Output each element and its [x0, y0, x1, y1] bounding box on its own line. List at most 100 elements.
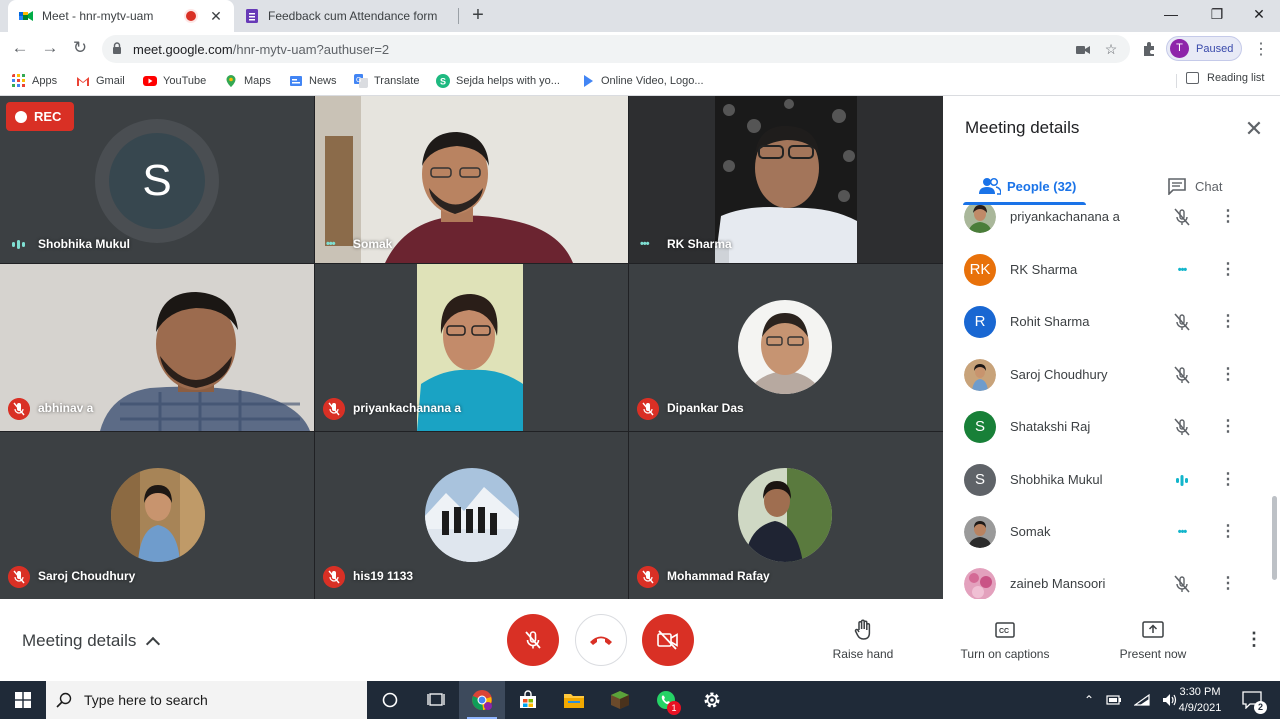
list-item[interactable]: zaineb Mansoori ⋮ — [943, 559, 1273, 599]
system-clock[interactable]: 3:30 PM 4/9/2021 — [1170, 684, 1230, 716]
folder-icon — [564, 694, 584, 708]
bookmark-sejda[interactable]: S Sejda helps with yo... — [436, 72, 560, 89]
list-item[interactable]: S Shatakshi Raj ⋮ — [943, 402, 1273, 454]
participant-tile[interactable]: Dipankar Das — [629, 264, 943, 431]
close-panel-icon[interactable]: ✕ — [1243, 116, 1265, 142]
list-item[interactable]: priyankachanana a ⋮ — [943, 205, 1273, 244]
address-bar[interactable]: meet.google.com/hnr-mytv-uam?authuser=2 … — [102, 35, 1130, 63]
bookmark-star-icon[interactable]: ☆ — [1102, 41, 1120, 59]
taskbar-file-explorer[interactable] — [551, 681, 597, 719]
record-icon — [15, 110, 27, 123]
new-tab-button[interactable]: + — [466, 4, 490, 28]
extensions-icon[interactable] — [1140, 40, 1158, 58]
list-item[interactable]: R Rohit Sharma ⋮ — [943, 297, 1273, 349]
browser-menu-icon[interactable]: ⋮ — [1253, 39, 1269, 59]
participant-name: Shobhika Mukul — [38, 237, 131, 251]
browser-toolbar: ← → ↻ meet.google.com/hnr-mytv-uam?authu… — [0, 32, 1280, 65]
participant-name: RK Sharma — [1010, 262, 1078, 277]
participant-name: Saroj Choudhury — [1010, 367, 1108, 382]
participant-tile[interactable]: his19 1133 — [315, 432, 628, 599]
bookmark-apps[interactable]: Apps — [12, 72, 57, 89]
notifications-button[interactable]: 2 — [1232, 681, 1272, 719]
mic-toggle-button[interactable] — [507, 614, 559, 666]
mic-off-icon — [1174, 418, 1190, 436]
speaking-indicator-icon — [12, 240, 25, 249]
cortana-button[interactable] — [367, 681, 413, 719]
taskbar-store[interactable] — [505, 681, 551, 719]
tab-people[interactable]: People (32) — [979, 168, 1076, 204]
close-tab-icon[interactable]: ✕ — [208, 8, 224, 25]
participant-tile[interactable]: Saroj Choudhury — [0, 432, 314, 599]
avatar — [738, 300, 832, 394]
bookmark-maps[interactable]: Maps — [224, 72, 271, 89]
more-options-indicator-icon: ••• — [1177, 526, 1188, 538]
participant-name: Dipankar Das — [667, 401, 744, 415]
wifi-icon[interactable] — [1134, 693, 1150, 707]
participant-list: priyankachanana a ⋮ RK RK Sharma ••• ⋮ R… — [943, 205, 1280, 599]
participant-tile[interactable]: ••• RK Sharma — [629, 96, 943, 263]
bookmark-label: Apps — [32, 74, 58, 87]
meeting-details-panel: Meeting details ✕ People (32) Chat priya… — [943, 96, 1280, 599]
taskbar-minecraft[interactable] — [597, 681, 643, 719]
list-item[interactable]: RK RK Sharma ••• ⋮ — [943, 245, 1273, 297]
captions-button[interactable]: CC Turn on captions — [950, 619, 1060, 661]
avatar: S — [109, 133, 205, 229]
forward-button[interactable]: → — [38, 37, 62, 61]
mic-off-icon — [323, 566, 345, 588]
tab-meet[interactable]: Meet - hnr-mytv-uam ✕ — [8, 0, 234, 32]
profile-button[interactable]: T Paused — [1166, 36, 1242, 61]
bookmark-news[interactable]: News — [289, 72, 337, 89]
list-item[interactable]: Saroj Choudhury ⋮ — [943, 350, 1273, 402]
taskbar-chrome[interactable] — [459, 681, 505, 719]
camera-toggle-button[interactable] — [642, 614, 694, 666]
back-button[interactable]: ← — [8, 37, 32, 61]
start-button[interactable] — [0, 681, 46, 719]
tab-feedback-form[interactable]: Feedback cum Attendance form — [234, 0, 458, 32]
more-options-icon[interactable]: ⋮ — [1220, 364, 1236, 386]
participant-tile[interactable]: Mohammad Rafay — [629, 432, 943, 599]
bookmark-translate[interactable]: G Translate — [354, 72, 419, 89]
camera-off-icon — [657, 630, 678, 650]
more-options-icon[interactable]: ⋮ — [1245, 629, 1263, 650]
battery-icon[interactable] — [1106, 694, 1122, 706]
raise-hand-button[interactable]: Raise hand — [808, 619, 918, 661]
participant-avatar — [964, 516, 996, 548]
reading-list-label: Reading list — [1207, 72, 1265, 84]
task-view-button[interactable] — [413, 681, 459, 719]
mic-off-icon — [1174, 208, 1190, 226]
tab-chat[interactable]: Chat — [1167, 168, 1222, 204]
more-options-icon[interactable]: ⋮ — [1220, 573, 1236, 595]
restore-button[interactable]: ❐ — [1194, 0, 1240, 30]
taskbar-settings[interactable] — [689, 681, 735, 719]
bookmark-youtube[interactable]: YouTube — [143, 72, 206, 89]
more-options-icon[interactable]: ⋮ — [1220, 469, 1236, 491]
more-options-icon[interactable]: ⋮ — [1220, 311, 1236, 333]
present-now-button[interactable]: Present now — [1098, 619, 1208, 661]
camera-permission-icon[interactable] — [1074, 41, 1092, 59]
list-item[interactable]: Somak ••• ⋮ — [943, 507, 1273, 559]
participant-tile[interactable]: abhinav a — [0, 264, 314, 431]
reading-list-button[interactable]: Reading list — [1186, 72, 1264, 84]
bookmark-online-video[interactable]: Online Video, Logo... — [581, 72, 704, 89]
participant-tile[interactable]: ••• Somak — [315, 96, 628, 263]
meet-icon — [19, 11, 33, 21]
close-window-button[interactable]: ✕ — [1236, 0, 1280, 30]
more-options-icon[interactable]: ⋮ — [1220, 259, 1236, 281]
meeting-details-toggle[interactable]: Meeting details — [22, 631, 161, 651]
taskbar-whatsapp[interactable]: 1 — [643, 681, 689, 719]
leave-call-button[interactable] — [575, 614, 627, 666]
taskbar-search[interactable]: Type here to search — [46, 681, 367, 719]
panel-scrollbar[interactable] — [1272, 496, 1277, 580]
more-options-icon[interactable]: ⋮ — [1220, 521, 1236, 543]
reload-button[interactable]: ↻ — [68, 37, 92, 61]
mic-off-icon — [8, 566, 30, 588]
chevron-up-icon[interactable]: ⌃ — [1084, 693, 1094, 707]
meeting-controls-bar: Meeting details Raise hand CC Turn on ca… — [0, 599, 1280, 681]
minimize-button[interactable]: — — [1148, 0, 1194, 30]
more-options-icon[interactable]: ⋮ — [1220, 416, 1236, 438]
bookmark-gmail[interactable]: Gmail — [76, 72, 125, 89]
participant-tile[interactable]: priyankachanana a — [315, 264, 628, 431]
more-options-icon[interactable]: ⋮ — [1220, 206, 1236, 228]
list-item[interactable]: S Shobhika Mukul ⋮ — [943, 455, 1273, 507]
search-placeholder: Type here to search — [84, 692, 208, 708]
